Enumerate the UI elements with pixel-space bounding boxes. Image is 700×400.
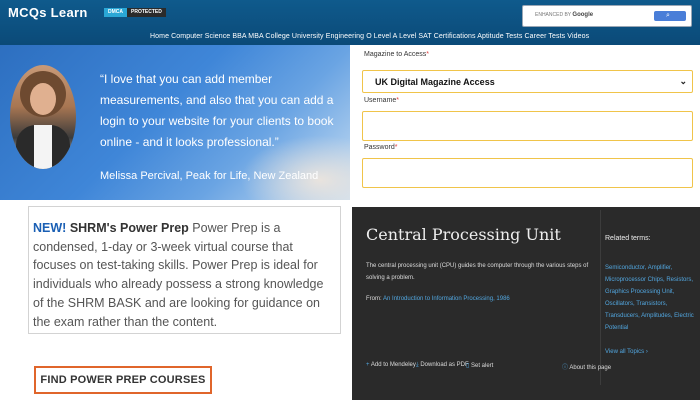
testimonial-avatar <box>10 65 76 169</box>
testimonial-author: Melissa Percival, Peak for Life, New Zea… <box>100 170 319 182</box>
set-alert-label: Set alert <box>470 363 494 369</box>
chevron-down-icon: ⌄ <box>679 76 687 86</box>
add-to-mendeley-button[interactable]: + Add to Mendeley <box>366 362 416 368</box>
required-mark: * <box>426 51 429 58</box>
new-tag: NEW! <box>33 221 67 235</box>
about-this-page-label: About this page <box>569 365 612 371</box>
shrm-ad-text: NEW! SHRM's Power Prep Power Prep is a c… <box>33 219 333 331</box>
enhanced-by-label: ENHANCED BY <box>535 12 572 18</box>
magazine-login-form: Magazine to Access* UK Digital Magazine … <box>362 45 700 195</box>
google-brand-label: Google <box>572 12 594 18</box>
magazine-select[interactable]: UK Digital Magazine Access ⌄ <box>362 70 693 93</box>
google-search-box[interactable]: ENHANCED BY Google ⌕ <box>522 5 692 27</box>
download-pdf-label: Download as PDF <box>420 362 469 368</box>
topic-title: Central Processing Unit <box>366 225 561 244</box>
magazine-select-value: UK Digital Magazine Access <box>375 77 495 87</box>
shrm-body: Power Prep is a condensed, 1-day or 3-we… <box>33 221 324 329</box>
username-label: Username* <box>364 97 399 104</box>
dmca-protected-label: PROTECTED <box>127 8 166 17</box>
password-field[interactable] <box>362 158 693 188</box>
related-terms-links[interactable]: Semiconductor, Amplifier, Microprocessor… <box>605 265 694 331</box>
download-pdf-button[interactable]: ⤓ Download as PDF <box>416 362 469 369</box>
main-nav[interactable]: Home Computer Science BBA MBA College Un… <box>150 33 589 40</box>
set-alert-button[interactable]: ▯ Set alert <box>466 362 493 369</box>
panel-divider <box>600 210 601 385</box>
download-icon: ⤓ <box>416 362 419 368</box>
avatar-face <box>30 83 56 115</box>
topic-source: From: An Introduction to Information Pro… <box>366 296 510 302</box>
view-all-topics-link[interactable]: View all Topics › <box>605 346 695 358</box>
search-button[interactable]: ⌕ <box>654 11 686 21</box>
required-mark: * <box>394 144 398 151</box>
testimonial-quote: “I love that you can add member measurem… <box>100 72 334 149</box>
add-to-mendeley-label: Add to Mendeley <box>370 362 416 368</box>
cpu-topic-panel: Central Processing Unit The central proc… <box>352 207 700 400</box>
topic-definition: The central processing unit (CPU) guides… <box>366 263 589 281</box>
related-terms-heading: Related terms: <box>605 235 651 242</box>
bell-icon: ▯ <box>466 363 470 369</box>
avatar-shirt <box>34 125 52 169</box>
search-icon: ⌕ <box>666 12 670 19</box>
dmca-badge[interactable]: DMCA PROTECTED <box>104 8 166 17</box>
search-input[interactable]: ENHANCED BY Google <box>535 12 593 18</box>
testimonial-banner: “I love that you can add member measurem… <box>0 45 350 200</box>
dmca-badge-label: DMCA <box>104 8 127 17</box>
plus-icon: + <box>366 362 370 368</box>
site-logo[interactable]: MCQs Learn <box>8 5 88 20</box>
password-label: Password* <box>364 144 397 151</box>
related-terms-list: Semiconductor, Amplifier, Microprocessor… <box>605 262 695 358</box>
source-prefix: From: <box>366 296 382 302</box>
info-icon: ⓘ <box>562 365 569 371</box>
username-label-text: Username <box>364 97 397 104</box>
shrm-title: SHRM's Power Prep <box>69 221 189 235</box>
required-mark: * <box>396 97 400 104</box>
about-this-page-button[interactable]: ⓘ About this page <box>562 362 611 371</box>
site-header: MCQs Learn DMCA PROTECTED ENHANCED BY Go… <box>0 0 700 45</box>
find-power-prep-button[interactable]: FIND POWER PREP COURSES <box>34 366 212 394</box>
password-label-text: Password <box>364 144 395 151</box>
chevron-right-icon: › <box>645 349 648 355</box>
username-field[interactable] <box>362 111 693 141</box>
source-link[interactable]: An Introduction to Information Processin… <box>383 296 510 302</box>
magazine-label-text: Magazine to Access <box>364 51 427 58</box>
view-all-topics-label: View all Topics <box>605 349 645 355</box>
magazine-label: Magazine to Access* <box>364 51 429 58</box>
